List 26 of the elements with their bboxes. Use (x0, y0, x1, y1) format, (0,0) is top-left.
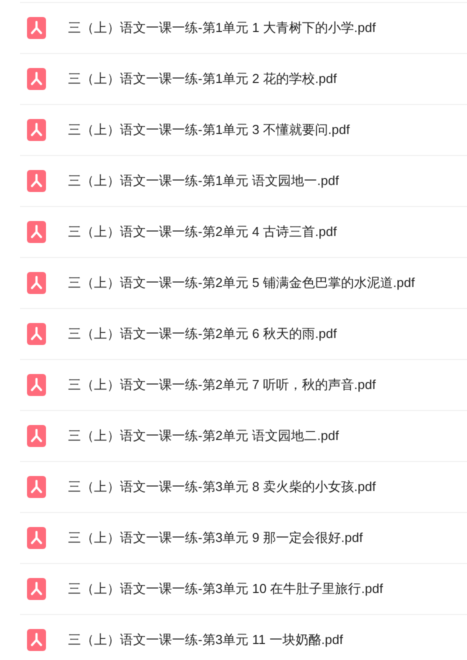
pdf-icon (27, 68, 46, 90)
pdf-icon (27, 17, 46, 39)
file-name[interactable]: 三（上）语文一课一练-第1单元 3 不懂就要问.pdf (68, 120, 350, 140)
pdf-icon (27, 221, 46, 243)
pdf-icon (27, 374, 46, 396)
pdf-icon (27, 272, 46, 294)
pdf-icon (27, 425, 46, 447)
file-name[interactable]: 三（上）语文一课一练-第3单元 11 一块奶酪.pdf (68, 630, 343, 650)
pdf-icon (27, 476, 46, 498)
file-name[interactable]: 三（上）语文一课一练-第2单元 6 秋天的雨.pdf (68, 324, 337, 344)
file-name[interactable]: 三（上）语文一课一练-第3单元 10 在牛肚子里旅行.pdf (68, 579, 383, 599)
file-name[interactable]: 三（上）语文一课一练-第3单元 9 那一定会很好.pdf (68, 528, 363, 548)
file-name[interactable]: 三（上）语文一课一练-第2单元 4 古诗三首.pdf (68, 222, 337, 242)
file-name[interactable]: 三（上）语文一课一练-第1单元 2 花的学校.pdf (68, 69, 337, 89)
pdf-icon (27, 119, 46, 141)
pdf-icon (27, 527, 46, 549)
file-name[interactable]: 三（上）语文一课一练-第2单元 语文园地二.pdf (68, 426, 339, 446)
pdf-icon (27, 629, 46, 651)
pdf-icon (27, 578, 46, 600)
file-name[interactable]: 三（上）语文一课一练-第2单元 7 听听，秋的声音.pdf (68, 375, 376, 395)
pdf-icon (27, 323, 46, 345)
file-name[interactable]: 三（上）语文一课一练-第1单元 语文园地一.pdf (68, 171, 339, 191)
file-name[interactable]: 三（上）语文一课一练-第1单元 1 大青树下的小学.pdf (68, 18, 376, 38)
file-name[interactable]: 三（上）语文一课一练-第2单元 5 铺满金色巴掌的水泥道.pdf (68, 273, 415, 293)
pdf-icon (27, 170, 46, 192)
file-name[interactable]: 三（上）语文一课一练-第3单元 8 卖火柴的小女孩.pdf (68, 477, 376, 497)
